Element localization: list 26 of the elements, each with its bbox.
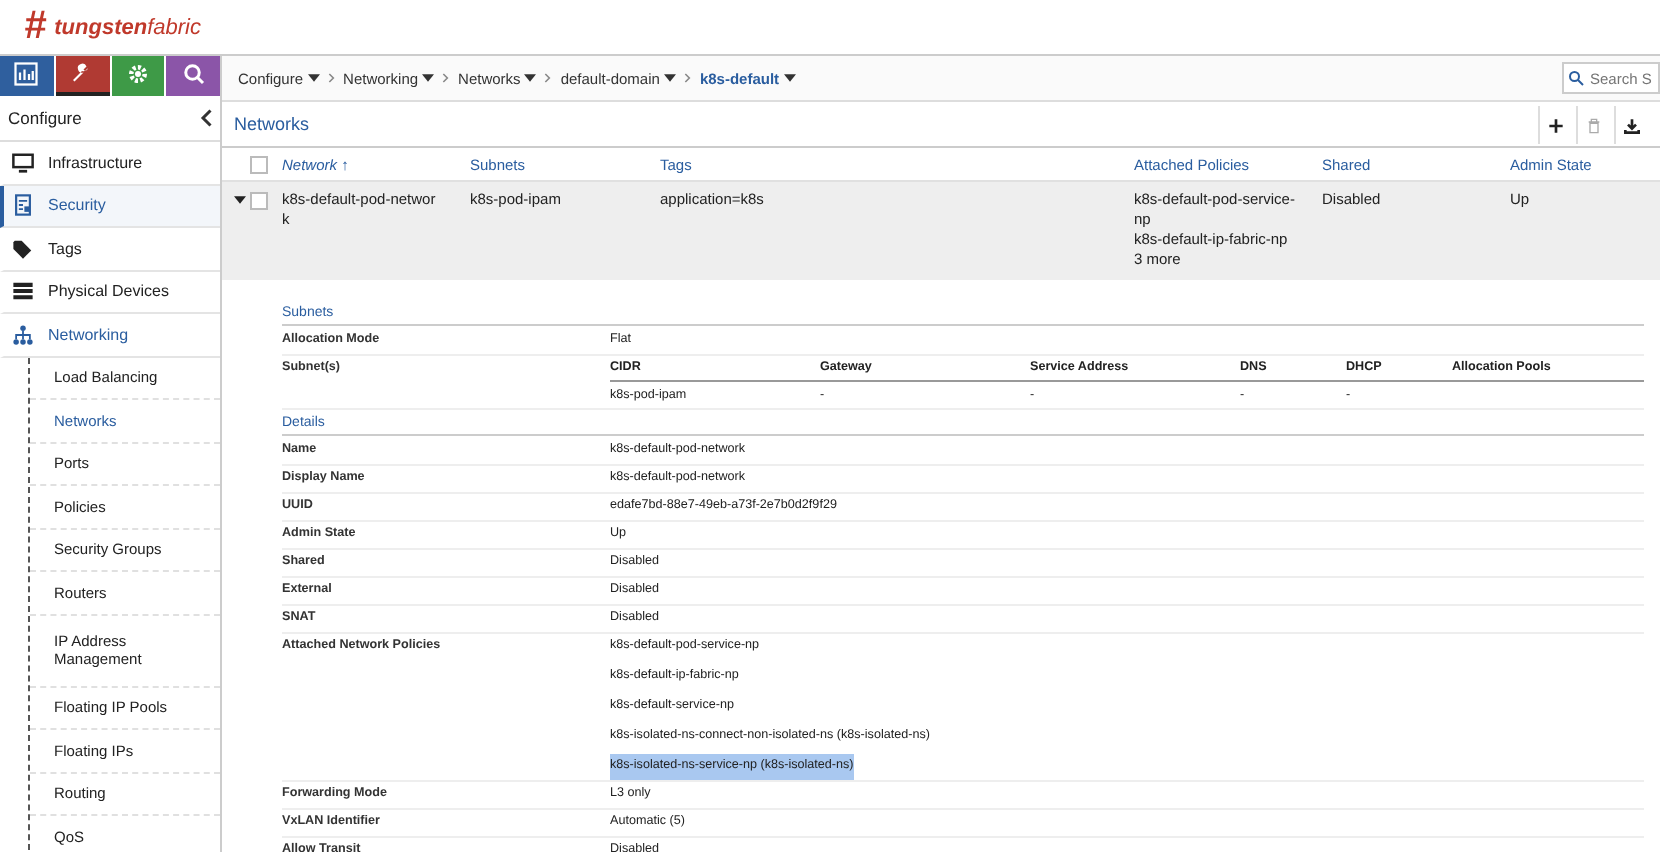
row-checkbox[interactable] [250,192,268,210]
settings-icon [125,62,150,86]
logo-icon: # [24,4,47,50]
chevron-right-icon [683,72,692,84]
bar-chart-icon [14,62,39,86]
chevron-right-icon [327,72,336,84]
brand-name: tungstenfabric [54,15,201,39]
trash-icon [1586,117,1602,133]
sidebar-title: Configure [8,108,82,128]
tag-icon [12,237,34,260]
monitor-icon [12,151,34,174]
badge-icon [12,194,34,217]
server-icon [12,280,34,303]
nav-tab[interactable] [55,56,109,96]
sidebar-item[interactable]: Security [0,185,220,228]
plus-icon [1548,117,1564,133]
download-icon [1624,117,1640,133]
panel-title: Networks [234,114,310,134]
nav-tab[interactable] [0,56,54,96]
chevron-right-icon [544,72,553,84]
collapse-chevron-icon[interactable] [200,108,212,128]
chevron-right-icon [442,72,451,84]
network-icon [12,323,34,346]
search-icon [181,62,206,86]
expand-caret-icon[interactable] [234,196,246,204]
select-all-checkbox[interactable] [250,156,268,174]
